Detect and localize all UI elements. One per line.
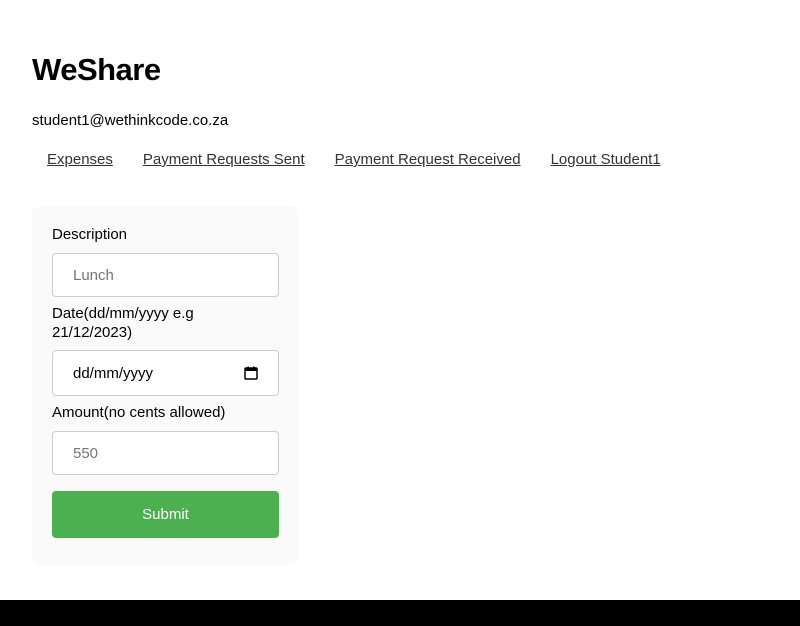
user-email: student1@wethinkcode.co.za <box>32 112 229 129</box>
amount-label: Amount(no cents allowed) <box>52 404 226 421</box>
main-nav: Expenses Payment Requests Sent Payment R… <box>47 150 661 170</box>
nav-link-expenses[interactable]: Expenses <box>47 150 113 170</box>
date-input-value: dd/mm/yyyy <box>73 364 154 382</box>
expense-form: Description Date(dd/mm/yyyy e.g 21/12/20… <box>32 206 298 565</box>
calendar-icon[interactable] <box>244 366 258 380</box>
nav-link-logout[interactable]: Logout Student1 <box>551 150 661 170</box>
app-title: WeShare <box>32 52 161 87</box>
submit-button[interactable]: Submit <box>52 491 279 538</box>
description-label: Description <box>52 226 128 243</box>
footer-bar <box>0 600 800 626</box>
page: WeShare student1@wethinkcode.co.za Expen… <box>0 0 800 626</box>
date-input[interactable]: dd/mm/yyyy <box>52 350 279 396</box>
nav-link-payment-requests-sent[interactable]: Payment Requests Sent <box>143 150 305 170</box>
nav-link-payment-request-received[interactable]: Payment Request Received <box>335 150 521 170</box>
description-input[interactable] <box>52 253 279 297</box>
amount-input[interactable] <box>52 431 279 475</box>
date-label: Date(dd/mm/yyyy e.g 21/12/2023) <box>52 305 194 341</box>
